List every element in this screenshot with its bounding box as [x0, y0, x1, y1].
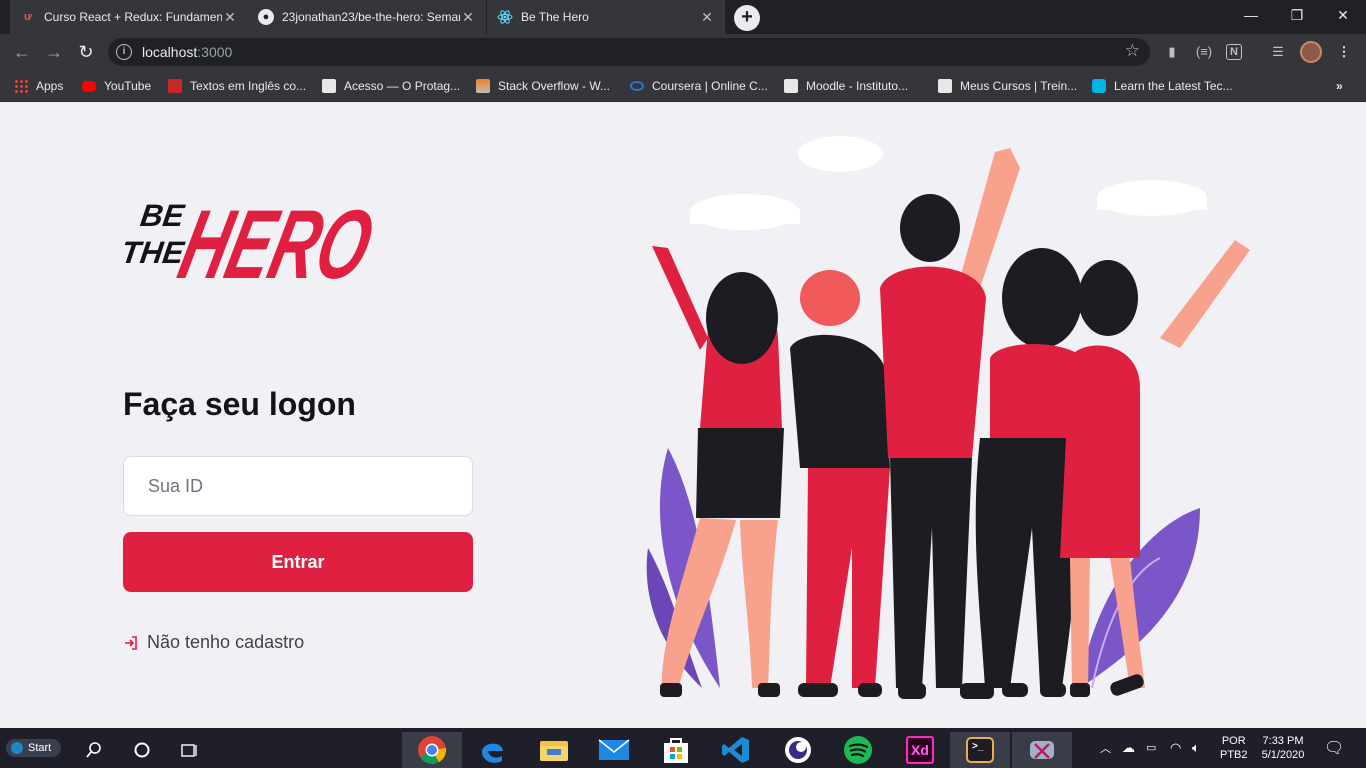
bookmark-coursera[interactable]: Coursera | Online C... [630, 76, 768, 96]
bookmark-textos[interactable]: Textos em Inglês co... [168, 76, 306, 96]
id-input[interactable] [123, 456, 473, 516]
browser-tabstrip: ư Curso React + Redux: Fundamentos ✕ ● 2… [0, 0, 1366, 34]
logon-page: BE THE HERO Faça seu logon Entrar Não te… [0, 102, 1366, 728]
menu-icon[interactable]: ⋮ [1334, 42, 1354, 62]
back-icon[interactable]: ← [8, 38, 36, 66]
extension-icon[interactable]: ▮ [1162, 42, 1182, 62]
bookmark-stackoverflow[interactable]: Stack Overflow - W... [476, 76, 610, 96]
chrome-icon[interactable] [402, 732, 462, 768]
tab-title: 23jonathan23/be-the-hero: Semana [282, 10, 460, 24]
react-icon [497, 9, 513, 25]
login-button[interactable]: Entrar [123, 532, 473, 592]
acesso-icon [322, 79, 336, 93]
reload-icon[interactable]: ↻ [72, 38, 100, 66]
battery-icon[interactable]: ▭ [1146, 741, 1156, 754]
bookmarks-bar: Apps YouTube Textos em Inglês co... Aces… [0, 70, 1366, 102]
terminal-icon[interactable]: >_ [950, 732, 1010, 768]
heroes-illustration [646, 136, 1250, 699]
tab-github[interactable]: ● 23jonathan23/be-the-hero: Semana ✕ [248, 0, 486, 34]
info-icon[interactable]: i [116, 44, 132, 60]
svg-text:BE: BE [138, 198, 187, 233]
address-bar[interactable]: i localhost:3000 ☆ [108, 38, 1150, 66]
xd-icon[interactable]: Xd [890, 732, 950, 768]
vscode-icon[interactable] [706, 732, 766, 768]
snipping-icon[interactable] [1012, 732, 1072, 768]
url-text: localhost:3000 [142, 44, 233, 60]
close-icon[interactable]: ✕ [222, 9, 238, 26]
spotify-icon[interactable] [828, 732, 888, 768]
udemy-icon: ư [24, 11, 32, 23]
tab-title: Curso React + Redux: Fundamentos [44, 10, 222, 24]
edge-icon[interactable] [462, 732, 522, 768]
log-in-icon [125, 635, 137, 650]
minimize-icon[interactable]: — [1228, 0, 1274, 30]
bookmark-apps[interactable]: Apps [14, 76, 63, 96]
restore-icon[interactable]: ❐ [1274, 0, 1320, 30]
onedrive-icon[interactable]: ☁ [1122, 740, 1135, 756]
app-icon[interactable] [768, 732, 828, 768]
register-link[interactable]: Não tenho cadastro [123, 632, 304, 653]
volume-icon[interactable]: 🔈︎ [1192, 740, 1200, 756]
coursera-icon [630, 81, 644, 91]
apps-grid-icon [14, 79, 28, 93]
cursos-icon [938, 79, 952, 93]
udacity-icon [1092, 79, 1106, 93]
register-link-label: Não tenho cadastro [147, 632, 305, 652]
be-the-hero-logo: BE THE HERO [122, 190, 374, 288]
bookmark-acesso[interactable]: Acesso — O Protag... [322, 76, 460, 96]
forward-icon[interactable]: → [40, 38, 68, 66]
avatar[interactable] [1300, 41, 1322, 63]
windows-taskbar: Start Xd >_ ︿ ☁ ▭ ◠ 🔈︎ POR PTB2 7:33 PM … [0, 728, 1366, 768]
browser-toolbar: ← → ↻ i localhost:3000 ☆ ▮ (≡) N ☰ ⋮ [0, 34, 1366, 70]
moodle-icon [784, 79, 798, 93]
bookmark-meus-cursos[interactable]: Meus Cursos | Trein... [938, 76, 1077, 96]
bookmark-youtube[interactable]: YouTube [82, 76, 151, 96]
tab-title: Be The Hero [521, 10, 589, 24]
mail-icon[interactable] [584, 732, 644, 768]
tab-udemy[interactable]: ư Curso React + Redux: Fundamentos ✕ [10, 0, 248, 34]
bookmark-udacity[interactable]: Learn the Latest Tec... [1092, 76, 1233, 96]
github-icon: ● [258, 9, 274, 25]
textos-icon [168, 79, 182, 93]
notion-icon[interactable]: N [1226, 44, 1242, 60]
input-language[interactable]: POR PTB2 [1220, 734, 1248, 762]
task-view-icon[interactable] [160, 732, 220, 768]
page-title: Faça seu logon [123, 386, 356, 422]
youtube-icon [82, 80, 96, 92]
media-queue-icon[interactable]: ☰ [1268, 42, 1288, 62]
clock[interactable]: 7:33 PM 5/1/2020 [1258, 734, 1308, 762]
start-button[interactable]: Start [6, 739, 62, 757]
show-hidden-icons[interactable]: ︿ [1100, 740, 1111, 756]
wifi-icon[interactable]: ◠ [1170, 740, 1181, 756]
store-icon[interactable] [646, 732, 706, 768]
file-explorer-icon[interactable] [524, 732, 584, 768]
tab-be-the-hero[interactable]: Be The Hero ✕ [487, 0, 725, 34]
stackoverflow-icon [476, 79, 490, 93]
svg-text:HERO: HERO [170, 190, 374, 288]
bookmark-star-icon[interactable]: ☆ [1125, 41, 1140, 61]
new-tab-button[interactable]: + [734, 5, 760, 31]
notifications-icon[interactable]: 🗨︎ [1324, 738, 1344, 758]
bookmark-moodle[interactable]: Moodle - Instituto... [784, 76, 908, 96]
close-window-icon[interactable]: ✕ [1320, 0, 1366, 30]
more-bookmarks-icon[interactable]: » [1336, 76, 1343, 96]
extension-icon[interactable]: (≡) [1194, 42, 1214, 62]
close-icon[interactable]: ✕ [460, 9, 476, 26]
close-icon[interactable]: ✕ [699, 9, 715, 26]
